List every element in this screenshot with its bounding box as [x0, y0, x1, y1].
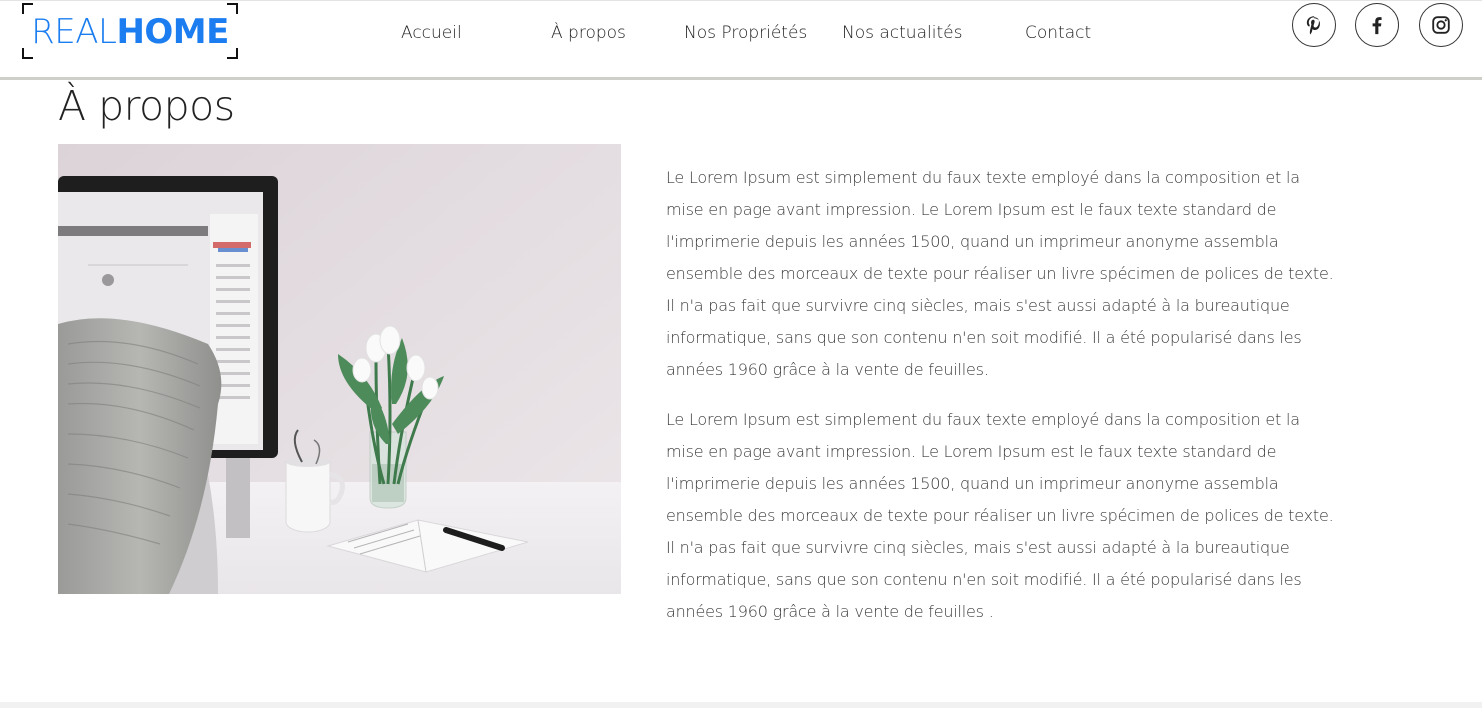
- instagram-icon: [1432, 16, 1450, 34]
- nav-item-accueil[interactable]: Accueil: [401, 23, 462, 43]
- nav-item-a-propos[interactable]: À propos: [551, 23, 626, 43]
- nav-item-nos-proprietes[interactable]: Nos Propriétés: [684, 23, 807, 43]
- logo-corner: [227, 48, 238, 59]
- nav-item-nos-actualites[interactable]: Nos actualités: [842, 23, 962, 43]
- pinterest-button[interactable]: [1292, 3, 1336, 47]
- desk-photo-illustration: [58, 144, 621, 594]
- logo-text-bold: HOME: [116, 12, 229, 52]
- logo-corner: [227, 3, 238, 14]
- logo-text: REALHOME: [31, 15, 229, 49]
- page-title: À propos: [58, 82, 235, 130]
- about-paragraph-1: Le Lorem Ipsum est simplement du faux te…: [666, 168, 1334, 379]
- logo-corner: [22, 3, 33, 14]
- nav-item-contact[interactable]: Contact: [1025, 23, 1091, 43]
- logo-link[interactable]: REALHOME: [22, 3, 238, 59]
- facebook-button[interactable]: [1355, 3, 1399, 47]
- facebook-icon: [1372, 17, 1382, 35]
- instagram-button[interactable]: [1419, 3, 1463, 47]
- footer-edge: [0, 702, 1482, 708]
- site-header: REALHOME Accueil À propos Nos Propriétés…: [0, 0, 1482, 80]
- about-paragraph-2: Le Lorem Ipsum est simplement du faux te…: [666, 410, 1334, 621]
- logo-corner: [22, 48, 33, 59]
- pinterest-icon: [1306, 16, 1320, 35]
- about-image: [58, 144, 621, 594]
- logo-text-light: REAL: [31, 12, 117, 52]
